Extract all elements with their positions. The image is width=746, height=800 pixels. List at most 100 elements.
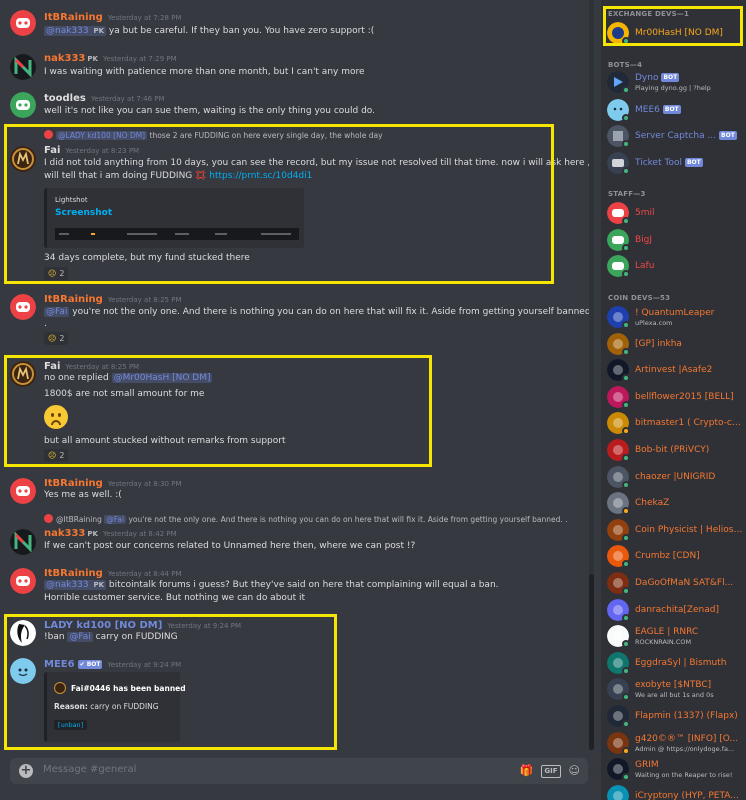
timestamp: Yesterday at 9:24 PM	[167, 622, 241, 630]
member-item[interactable]: danrachita[Zenad]	[601, 597, 746, 623]
member-item[interactable]: ! QuantumLeaper uPlexa.com	[601, 304, 746, 330]
message-text: @Fai you're not the only one. And there …	[44, 307, 594, 317]
avatar[interactable]	[10, 361, 36, 387]
avatar[interactable]	[10, 10, 36, 36]
message-text: Horrible customer service. But nothing w…	[44, 593, 306, 603]
message-text: @nak333 PK ya but be careful. If they ba…	[44, 26, 375, 36]
member-name: MEE6 BOT	[635, 105, 681, 115]
member-name: Ticket Tool BOT	[635, 158, 703, 168]
username[interactable]: toodles	[44, 93, 86, 104]
message: ItBRaining Yesterday at 8:25 PM @Fai you'…	[0, 290, 594, 348]
username[interactable]: LADY kd100 [NO DM]	[44, 620, 162, 631]
reaction[interactable]: ☹ 2	[44, 449, 69, 462]
timestamp: Yesterday at 7:46 PM	[90, 95, 165, 103]
avatar[interactable]	[10, 92, 36, 118]
avatar[interactable]	[10, 294, 36, 320]
member-item[interactable]: Artinvest |Asafe2	[601, 357, 746, 383]
avatar[interactable]	[10, 529, 36, 555]
member-item[interactable]: bitmaster1 ( Crypto-cit...	[601, 410, 746, 436]
member-item[interactable]: g420©®™ [INFO] [O... Admin @ https://only…	[601, 730, 746, 756]
timestamp: Yesterday at 8:30 PM	[107, 480, 182, 488]
username[interactable]: ItBRaining	[44, 568, 103, 579]
username[interactable]: MEE6	[44, 659, 75, 670]
user-mention[interactable]: @Fai	[67, 632, 93, 642]
username[interactable]: Fai	[44, 145, 60, 156]
member-item[interactable]: [GP] inkha	[601, 331, 746, 357]
message-list: ItBRaining Yesterday at 7:28 PM @nak333 P…	[0, 0, 594, 750]
unban-link[interactable]: [unban]	[54, 720, 88, 730]
reply-reference[interactable]: @LADY kd100 [NO DM] those 2 are FUDDING …	[44, 130, 383, 141]
message: toodles Yesterday at 7:46 PM well it's no…	[0, 88, 594, 122]
embed-provider[interactable]: Lightshot	[55, 196, 88, 204]
member-item[interactable]: Ticket Tool BOT	[601, 150, 746, 176]
username[interactable]: ItBRaining	[44, 12, 103, 23]
status-icon	[622, 693, 630, 702]
username[interactable]: nak333	[44, 53, 85, 64]
avatar[interactable]	[10, 568, 36, 594]
member-item[interactable]: 5mil	[601, 200, 746, 226]
avatar[interactable]	[10, 658, 36, 684]
member-item[interactable]: BigJ	[601, 227, 746, 253]
status-icon	[622, 640, 630, 649]
embed-title[interactable]: Screenshot	[55, 208, 112, 218]
member-item[interactable]: MEE6 BOT	[601, 97, 746, 123]
sad-emoji-icon: ☹	[48, 451, 57, 460]
upload-plus-icon[interactable]: +	[19, 764, 33, 778]
member-item[interactable]: ChekaZ	[601, 490, 746, 516]
gift-icon[interactable]: 🎁	[520, 763, 534, 779]
gif-button[interactable]: GIF	[541, 765, 561, 778]
member-item[interactable]: Dyno BOT Playing dyno.gg | ?help	[601, 69, 746, 95]
timestamp: Yesterday at 8:25 PM	[107, 296, 182, 304]
message-input[interactable]: Message #general	[43, 764, 136, 775]
emoji-icon[interactable]: ☺	[569, 763, 580, 779]
member-item[interactable]: exobyte [$NTBC] We are all but 1s and 0s	[601, 676, 746, 702]
screenshot-link[interactable]: https://prnt.sc/10d4di1	[209, 171, 312, 181]
message-composer[interactable]: + Message #general 🎁 GIF ☺	[10, 758, 588, 784]
member-name: Coin Physicist | Helios ...	[635, 524, 743, 535]
member-item[interactable]: Lafu	[601, 253, 746, 279]
scrollbar-thumb[interactable]	[589, 574, 594, 750]
username[interactable]: nak333	[44, 528, 85, 539]
member-activity: ROCKNRAIN.COM	[635, 638, 692, 647]
embed-image[interactable]	[55, 228, 299, 240]
username[interactable]: Fai	[44, 361, 60, 372]
avatar[interactable]	[10, 478, 36, 504]
reaction[interactable]: ☹ 2	[44, 332, 69, 345]
member-item[interactable]: GRIM Waiting on the Reaper to rise!	[601, 756, 746, 782]
user-mention[interactable]: @nak333 PK	[44, 26, 107, 36]
username[interactable]: ItBRaining	[44, 294, 103, 305]
user-mention[interactable]: @Fai	[44, 307, 70, 317]
message-text: but all amount stucked without remarks f…	[44, 436, 286, 446]
reaction[interactable]: ☹ 2	[44, 267, 69, 280]
member-item[interactable]: DaGoOfMaN SAT&Fl...	[601, 570, 746, 596]
member-item[interactable]: Server Captcha ... BOT	[601, 123, 746, 149]
username[interactable]: ItBRaining	[44, 478, 103, 489]
avatar[interactable]	[10, 54, 36, 80]
sad-emoji-icon: ☹	[48, 269, 57, 278]
member-item[interactable]: EAGLE | RNRC ROCKNRAIN.COM	[601, 623, 746, 649]
member-item[interactable]: Coin Physicist | Helios ...	[601, 517, 746, 543]
timestamp: Yesterday at 7:29 PM	[102, 55, 177, 63]
timestamp: Yesterday at 9:24 PM	[107, 661, 182, 669]
member-item[interactable]: EggdraSyl | Bismuth	[601, 650, 746, 676]
member-item[interactable]: Mr00HasH [NO DM]	[601, 20, 746, 46]
avatar[interactable]	[10, 146, 36, 172]
reply-reference[interactable]: @ItBRaining @Fai you're not the only one…	[44, 514, 568, 525]
message: nak333 PK Yesterday at 7:29 PM I was waiti…	[0, 46, 594, 80]
user-mention[interactable]: @Mr00HasH [NO DM]	[111, 373, 213, 383]
member-item[interactable]: Flapmin (1337) (Flapx)	[601, 703, 746, 729]
reply-avatar	[44, 514, 53, 523]
member-item[interactable]: Bob-bit (PRiVCY)	[601, 437, 746, 463]
status-online-icon	[622, 86, 630, 94]
status-icon	[622, 507, 630, 516]
member-item[interactable]: chaozer |UNIGRID	[601, 464, 746, 490]
message-text: 1800$ are not small amount for me	[44, 389, 205, 399]
member-activity: Playing dyno.gg | ?help	[635, 84, 711, 92]
avatar[interactable]	[10, 620, 36, 646]
status-icon	[622, 454, 630, 462]
user-mention[interactable]: @nak333 PK	[44, 580, 107, 590]
status-icon	[622, 347, 630, 356]
member-item[interactable]: bellflower2015 [BELL]	[601, 384, 746, 410]
member-item[interactable]: iCryptony (HYP, PETA...	[601, 783, 746, 800]
member-item[interactable]: Crumbz [CDN]	[601, 543, 746, 569]
